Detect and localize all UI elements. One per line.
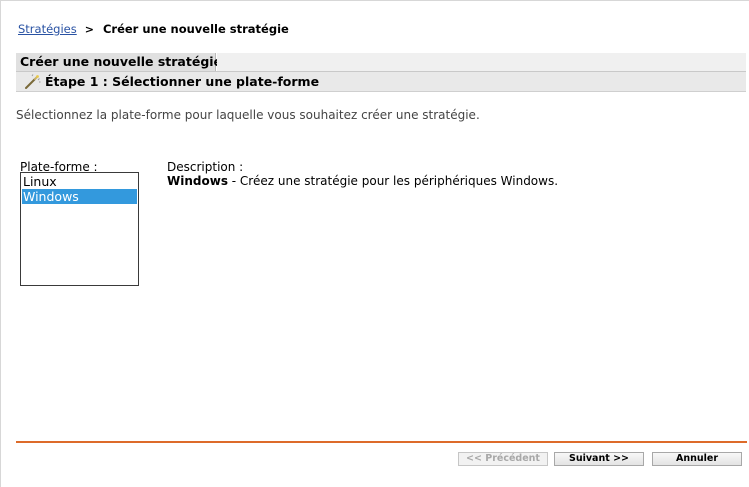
tab-row-filler (217, 53, 746, 71)
description-text: Windows - Créez une stratégie pour les p… (167, 174, 558, 188)
instruction-text: Sélectionnez la plate-forme pour laquell… (16, 108, 480, 122)
breadcrumb: Stratégies > Créer une nouvelle stratégi… (18, 21, 289, 37)
breadcrumb-link-strategies[interactable]: Stratégies (18, 22, 77, 36)
next-button[interactable]: Suivant >> (554, 452, 644, 466)
platform-listbox[interactable]: Linux Windows (20, 172, 139, 286)
platform-option-windows[interactable]: Windows (22, 189, 137, 204)
wizard-tab-row: Créer une nouvelle stratégie (16, 53, 746, 72)
wizard-step-header: Étape 1 : Sélectionner une plate-forme (16, 72, 746, 92)
breadcrumb-separator: > (84, 22, 94, 36)
wizard-wand-icon (23, 73, 41, 90)
wizard-button-bar: << Précédent Suivant >> Annuler (0, 452, 749, 466)
platform-option-linux[interactable]: Linux (22, 174, 137, 189)
description-body: - Créez une stratégie pour les périphéri… (227, 174, 559, 188)
description-platform-name: Windows (167, 174, 228, 188)
tab-create-strategy[interactable]: Créer une nouvelle stratégie (16, 53, 222, 71)
page-top-border (0, 0, 749, 1)
cancel-button[interactable]: Annuler (652, 452, 742, 466)
description-label: Description : (167, 160, 244, 174)
previous-button[interactable]: << Précédent (458, 452, 548, 466)
wizard-step-title: Étape 1 : Sélectionner une plate-forme (45, 74, 320, 89)
footer-divider (16, 441, 747, 443)
breadcrumb-current: Créer une nouvelle stratégie (102, 22, 289, 36)
page-left-border (0, 0, 1, 487)
